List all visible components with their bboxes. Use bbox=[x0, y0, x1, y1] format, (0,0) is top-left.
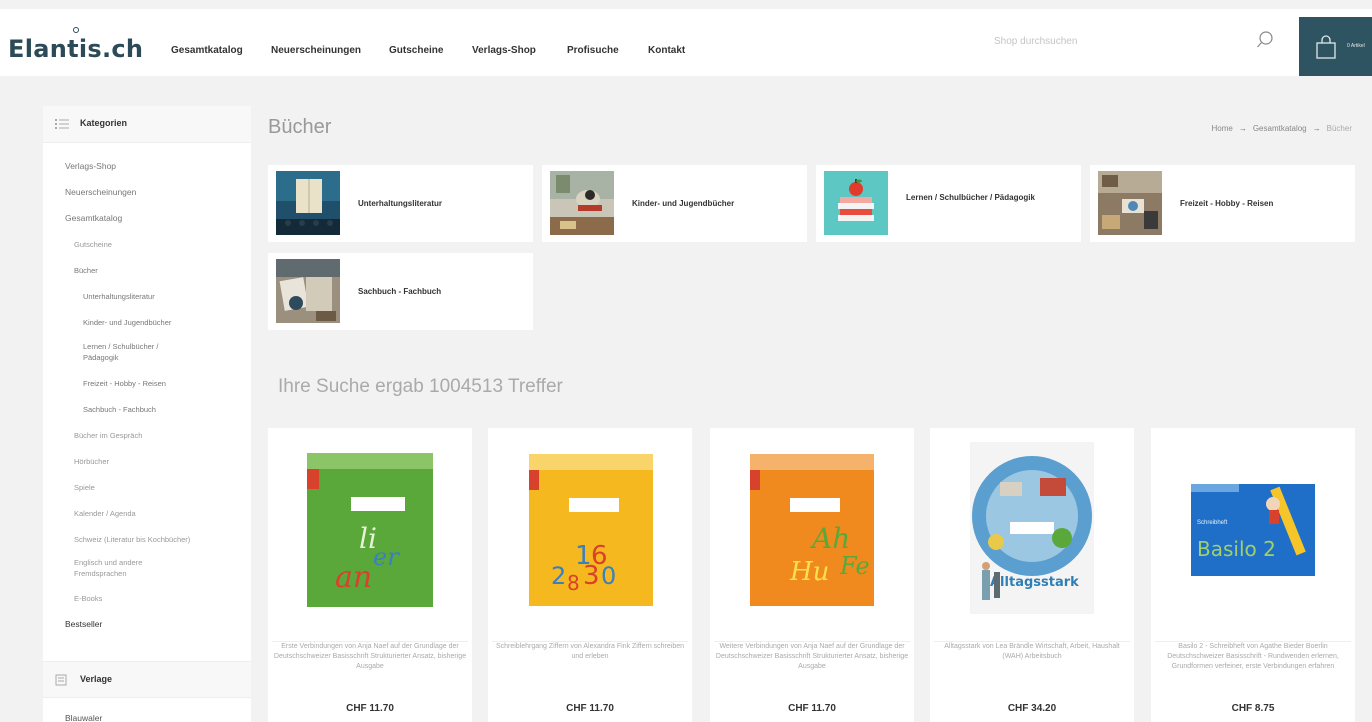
category-thumbnail bbox=[1098, 171, 1162, 235]
nav-gutscheine[interactable]: Gutscheine bbox=[389, 45, 443, 56]
sidebar-item-bestseller[interactable]: Bestseller bbox=[65, 619, 102, 630]
nav-gesamtkatalog[interactable]: Gesamtkatalog bbox=[171, 45, 243, 56]
sidebar-item-neuerscheinungen[interactable]: Neuerscheinungen bbox=[65, 187, 136, 198]
svg-text:er: er bbox=[373, 543, 400, 571]
cart-label: 0 Artikel bbox=[1347, 43, 1365, 49]
sidebar-item-buecher[interactable]: Bücher bbox=[74, 265, 98, 276]
search-input[interactable] bbox=[994, 36, 1244, 47]
sidebar-item-schweiz[interactable]: Schweiz (Literatur bis Kochbücher) bbox=[74, 534, 190, 545]
svg-text:Ah: Ah bbox=[809, 522, 850, 555]
product-cover[interactable]: Ah Hu Fe bbox=[750, 454, 874, 606]
sidebar-item-unterhaltungsliteratur[interactable]: Unterhaltungsliteratur bbox=[83, 291, 155, 302]
svg-text:0: 0 bbox=[601, 562, 616, 590]
category-thumbnail bbox=[276, 259, 340, 323]
product-price: CHF 34.20 bbox=[1007, 703, 1057, 714]
product-price: CHF 11.70 bbox=[346, 703, 394, 714]
arrow-right-icon: → bbox=[1312, 124, 1321, 133]
category-label: Unterhaltungsliteratur bbox=[358, 199, 443, 208]
nav-kontakt[interactable]: Kontakt bbox=[648, 45, 685, 56]
sidebar-item-gesamtkatalog[interactable]: Gesamtkatalog bbox=[65, 213, 122, 224]
verlage-title: Verlage bbox=[80, 674, 113, 684]
product-cover[interactable]: Schreibheft Basilo 2 bbox=[1191, 484, 1315, 576]
arrow-right-icon: → bbox=[1238, 124, 1247, 133]
product-card[interactable]: Schreibheft Basilo 2 Basilo 2 - Schreibh… bbox=[1151, 428, 1355, 722]
nav-neuerscheinungen[interactable]: Neuerscheinungen bbox=[271, 45, 361, 56]
svg-text:Schreibheft: Schreibheft bbox=[1197, 520, 1228, 526]
svg-text:Basilo 2: Basilo 2 bbox=[1197, 537, 1276, 561]
categories-header[interactable]: Kategorien bbox=[43, 106, 251, 143]
sidebar: Kategorien Verlags-Shop Neuerscheinungen… bbox=[43, 106, 251, 722]
cart-button[interactable]: 0 Artikel bbox=[1299, 17, 1372, 76]
sidebar-item-buecher-im-gespraech[interactable]: Bücher im Gespräch bbox=[74, 430, 142, 441]
svg-text:3: 3 bbox=[583, 561, 600, 591]
product-description: Erste Verbindungen von Anja Naef auf der… bbox=[272, 641, 468, 670]
search-icon[interactable] bbox=[1256, 30, 1274, 50]
sidebar-item-kinder-jugendbuecher[interactable]: Kinder- und Jugendbücher bbox=[83, 317, 171, 328]
product-card[interactable]: Alltagsstark Alltagsstark von Lea Brändl… bbox=[930, 428, 1134, 722]
product-description: Weitere Verbindungen von Anja Naef auf d… bbox=[714, 641, 910, 670]
category-label: Lernen / Schulbücher / Pädagogik bbox=[906, 193, 1035, 202]
sidebar-item-spiele[interactable]: Spiele bbox=[74, 482, 95, 493]
breadcrumb-current: Bücher bbox=[1326, 124, 1352, 133]
sidebar-item-hoerbuecher[interactable]: Hörbücher bbox=[74, 456, 109, 467]
svg-text:Hu: Hu bbox=[789, 557, 829, 587]
product-price: CHF 11.70 bbox=[566, 703, 614, 714]
sidebar-item-gutscheine[interactable]: Gutscheine bbox=[74, 239, 112, 250]
category-label: Sachbuch - Fachbuch bbox=[358, 287, 442, 296]
sidebar-item-e-books[interactable]: E-Books bbox=[74, 593, 102, 604]
category-tile-freizeit-hobby-reisen[interactable]: Freizeit - Hobby - Reisen bbox=[1090, 165, 1355, 242]
category-thumbnail bbox=[276, 171, 340, 235]
category-tile-kinder-jugendbuecher[interactable]: Kinder- und Jugendbücher bbox=[542, 165, 807, 242]
product-price: CHF 11.70 bbox=[788, 703, 836, 714]
category-tile-lernen-schulbuecher[interactable]: Lernen / Schulbücher / Pädagogik bbox=[816, 165, 1081, 242]
search-bar bbox=[984, 9, 1294, 76]
sidebar-item-kalender-agenda[interactable]: Kalender / Agenda bbox=[74, 508, 136, 519]
nav-profisuche[interactable]: Profisuche bbox=[567, 45, 619, 56]
product-description: Basilo 2 - Schreibheft von Agathe Bieder… bbox=[1155, 641, 1351, 672]
categories-title: Kategorien bbox=[80, 118, 128, 128]
svg-text:2: 2 bbox=[551, 562, 566, 590]
sidebar-item-englisch[interactable]: Englisch und andere Fremdsprachen bbox=[74, 557, 184, 579]
top-strip bbox=[0, 0, 1372, 9]
svg-text:Alltagsstark: Alltagsstark bbox=[990, 575, 1079, 590]
product-cover[interactable]: li er an bbox=[307, 453, 433, 607]
category-thumbnail bbox=[824, 171, 888, 235]
sidebar-item-verlags-shop[interactable]: Verlags-Shop bbox=[65, 161, 116, 172]
result-count-heading: Ihre Suche ergab 1004513 Treffer bbox=[278, 376, 563, 397]
product-cover[interactable]: 1 6 2 8 3 0 bbox=[529, 454, 653, 606]
category-tile-sachbuch-fachbuch[interactable]: Sachbuch - Fachbuch bbox=[268, 253, 533, 330]
svg-text:8: 8 bbox=[567, 571, 580, 595]
nav-verlags-shop[interactable]: Verlags-Shop bbox=[472, 45, 536, 56]
logo[interactable]: Elantis.ch bbox=[8, 35, 143, 63]
logo-mark bbox=[73, 27, 79, 33]
verlage-header[interactable]: Verlage bbox=[43, 661, 251, 698]
product-price: CHF 8.75 bbox=[1231, 703, 1275, 714]
sidebar-item-sachbuch-fachbuch[interactable]: Sachbuch - Fachbuch bbox=[83, 404, 156, 415]
product-card[interactable]: Ah Hu Fe Weitere Verbindungen von Anja N… bbox=[710, 428, 914, 722]
list-icon bbox=[55, 119, 69, 129]
breadcrumb: Home → Gesamtkatalog → Bücher bbox=[1211, 124, 1352, 133]
category-label: Kinder- und Jugendbücher bbox=[632, 199, 735, 208]
breadcrumb-gesamtkatalog[interactable]: Gesamtkatalog bbox=[1253, 124, 1307, 133]
category-thumbnail bbox=[550, 171, 614, 235]
category-tile-unterhaltungsliteratur[interactable]: Unterhaltungsliteratur bbox=[268, 165, 533, 242]
product-description: Schreiblehrgang Ziffern von Alexandra Fi… bbox=[492, 641, 688, 662]
product-description: Alltagsstark von Lea Brändle Wirtschaft,… bbox=[934, 641, 1130, 662]
svg-text:Fe: Fe bbox=[839, 552, 870, 580]
category-label: Freizeit - Hobby - Reisen bbox=[1180, 199, 1274, 208]
breadcrumb-home[interactable]: Home bbox=[1211, 124, 1232, 133]
product-card[interactable]: li er an Erste Verbindungen von Anja Nae… bbox=[268, 428, 472, 722]
book-icon bbox=[55, 674, 67, 686]
product-card[interactable]: 1 6 2 8 3 0 Schreiblehrgang Ziffern von … bbox=[488, 428, 692, 722]
product-cover[interactable]: Alltagsstark bbox=[970, 442, 1094, 614]
sidebar-item-lernen-schulbuecher[interactable]: Lernen / Schulbücher / Pädagogik bbox=[83, 341, 193, 363]
shopping-bag-icon bbox=[1316, 35, 1336, 59]
page-title: Bücher bbox=[268, 116, 332, 138]
sidebar-item-publisher[interactable]: Blauwaler bbox=[65, 713, 102, 722]
sidebar-item-freizeit-hobby[interactable]: Freizeit - Hobby - Reisen bbox=[83, 378, 166, 389]
svg-text:an: an bbox=[335, 560, 372, 595]
